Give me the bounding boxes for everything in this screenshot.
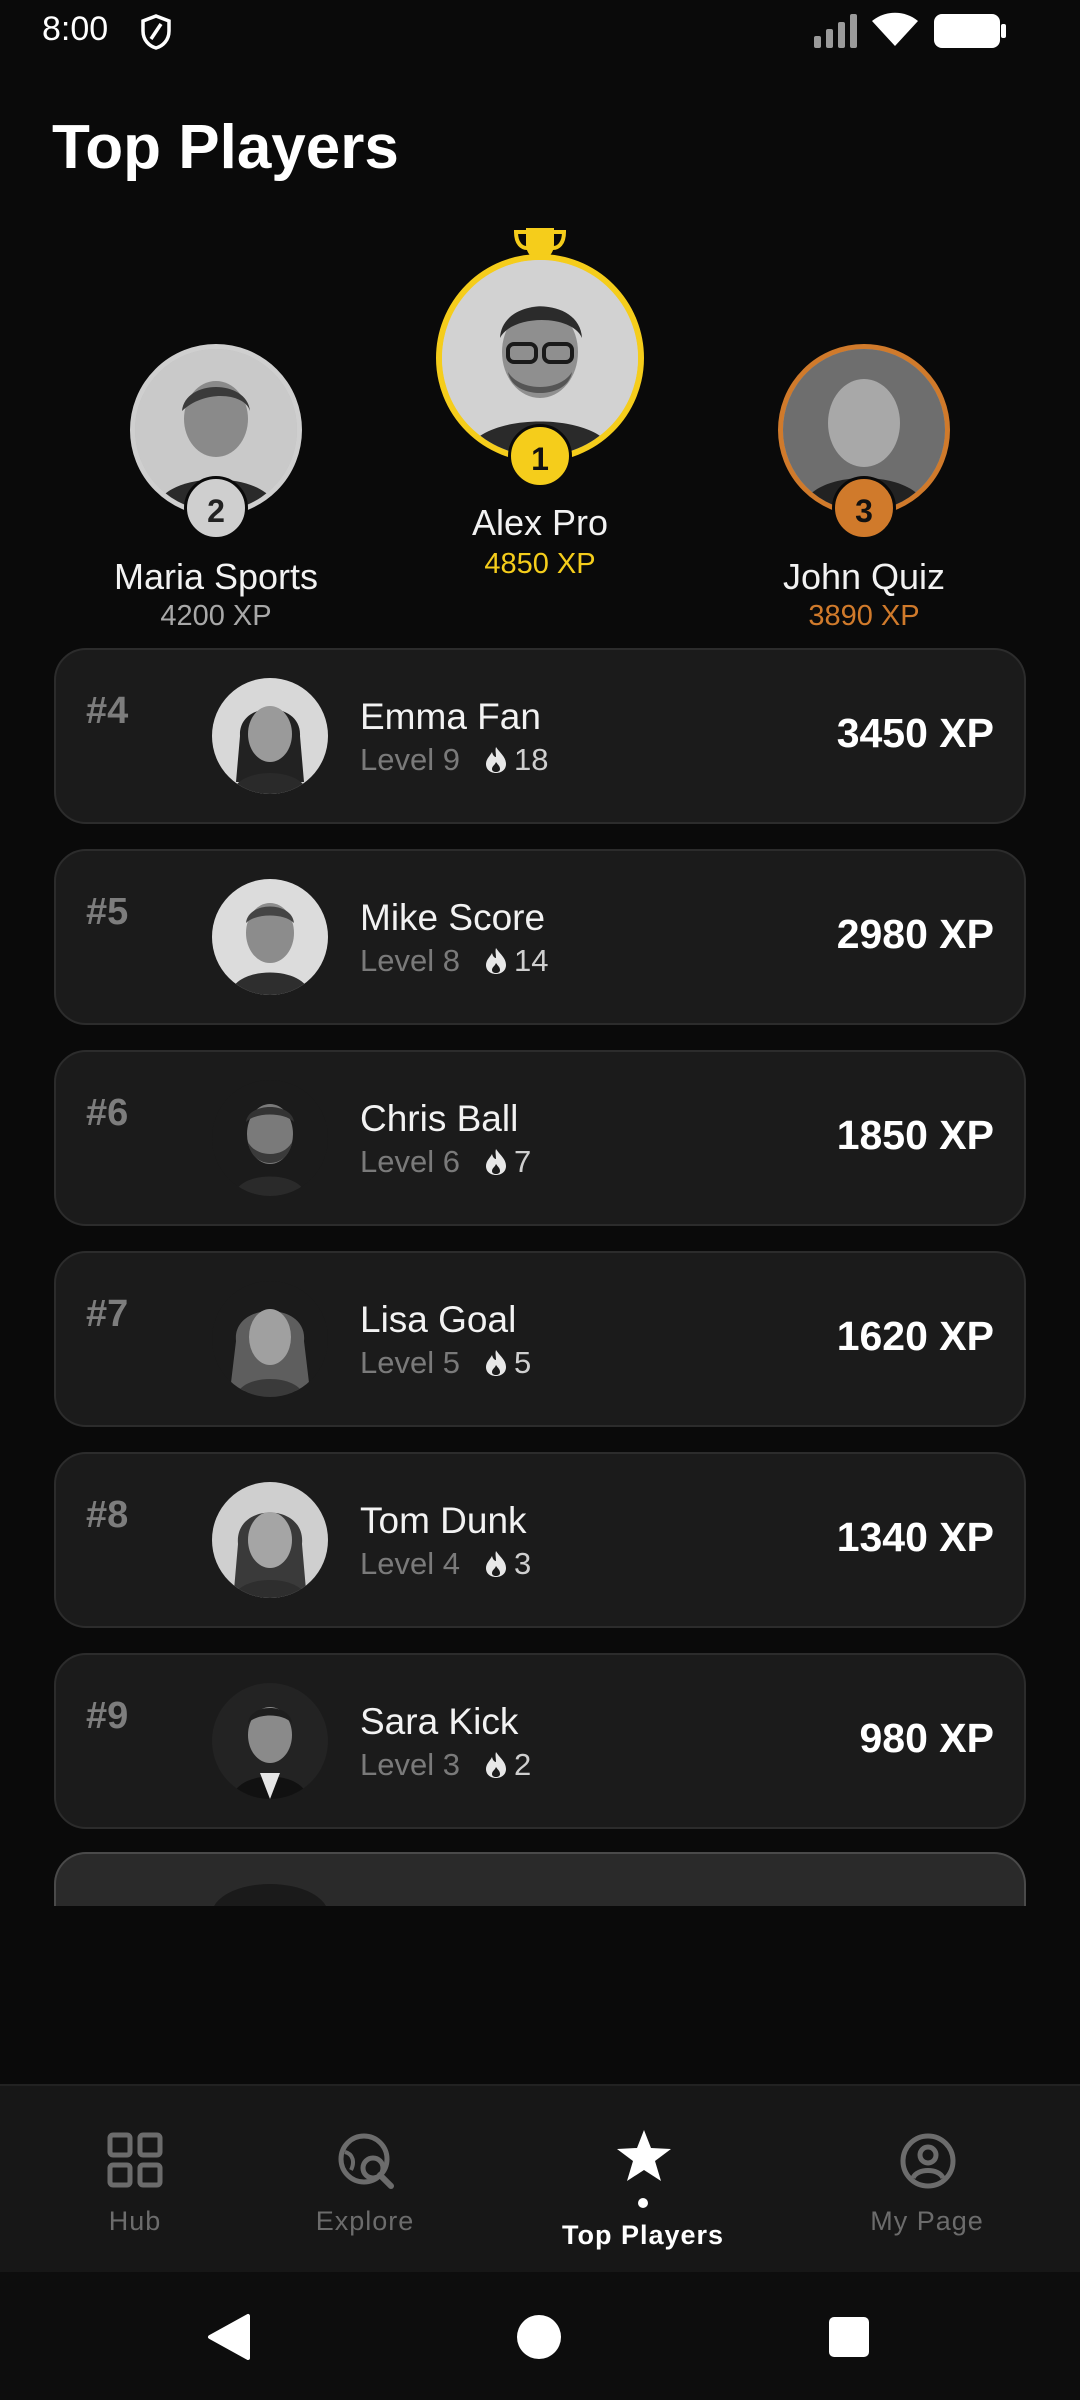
player-name: Emma Fan bbox=[360, 696, 541, 737]
nav-label: Top Players bbox=[561, 2220, 725, 2250]
rank-label: #8 bbox=[86, 1494, 129, 1536]
player-level: Level 8 bbox=[360, 943, 460, 978]
fire-icon bbox=[486, 1149, 506, 1175]
avatar bbox=[212, 1080, 328, 1196]
active-indicator bbox=[638, 2198, 648, 2208]
home-icon[interactable] bbox=[516, 2314, 562, 2365]
avatar bbox=[212, 678, 328, 794]
status-time: 8:00 bbox=[42, 10, 109, 48]
streak-count: 5 bbox=[514, 1345, 532, 1380]
page-title: Top Players bbox=[52, 113, 399, 182]
battery-icon bbox=[934, 14, 1006, 53]
globe-search-icon bbox=[337, 2132, 395, 2195]
player-level: Level 5 bbox=[360, 1345, 460, 1380]
player-name: Lisa Goal bbox=[360, 1299, 517, 1340]
list-item[interactable]: #9 Sara Kick Level 3 2 980 XP bbox=[54, 1653, 1026, 1829]
avatar bbox=[212, 1683, 328, 1799]
recents-icon[interactable] bbox=[828, 2316, 870, 2363]
player-xp: 1340 XP bbox=[836, 1514, 994, 1560]
list-item[interactable]: #5 Mike Score Level 8 14 2980 XP bbox=[54, 849, 1026, 1025]
list-item[interactable]: #4 Emma Fan Level 9 18 3450 XP bbox=[54, 648, 1026, 824]
back-icon[interactable] bbox=[204, 2312, 252, 2367]
podium-xp: 4850 XP bbox=[484, 548, 596, 580]
nav-label: Explore bbox=[315, 2206, 415, 2236]
star-icon bbox=[615, 2128, 673, 2189]
player-level: Level 3 bbox=[360, 1747, 460, 1782]
player-name: Mike Score bbox=[360, 897, 546, 938]
podium-xp: 4200 XP bbox=[160, 600, 272, 632]
avatar bbox=[212, 1281, 328, 1397]
podium-name: John Quiz bbox=[782, 556, 946, 597]
list-item[interactable]: #8 Tom Dunk Level 4 3 1340 XP bbox=[54, 1452, 1026, 1628]
nav-item-my-page[interactable]: My Page bbox=[792, 2086, 1062, 2274]
podium-name: Maria Sports bbox=[113, 556, 319, 597]
status-bar: 8:00 bbox=[0, 0, 1080, 64]
player-xp: 3450 XP bbox=[836, 710, 994, 756]
player-xp: 1620 XP bbox=[836, 1313, 994, 1359]
nav-item-explore[interactable]: Explore bbox=[230, 2086, 500, 2274]
fire-icon bbox=[486, 948, 506, 974]
podium-name: Alex Pro bbox=[471, 502, 609, 543]
partial-row-content bbox=[214, 1884, 326, 1906]
streak-count: 7 bbox=[514, 1144, 532, 1179]
wifi-icon bbox=[872, 12, 918, 53]
shield-icon bbox=[140, 14, 172, 55]
list-item-partial[interactable] bbox=[54, 1852, 1026, 1906]
rank-badge: 1 bbox=[508, 424, 572, 488]
rank-badge: 3 bbox=[832, 476, 896, 540]
fire-icon bbox=[486, 747, 506, 773]
player-level: Level 6 bbox=[360, 1144, 460, 1179]
podium-xp: 3890 XP bbox=[808, 600, 920, 632]
player-name: Tom Dunk bbox=[360, 1500, 527, 1541]
streak-count: 18 bbox=[514, 742, 549, 777]
signal-icon bbox=[814, 14, 860, 53]
rank-label: #4 bbox=[86, 690, 129, 732]
list-item[interactable]: #6 Chris Ball Level 6 7 1850 XP bbox=[54, 1050, 1026, 1226]
nav-item-top-players[interactable]: Top Players bbox=[508, 2086, 778, 2274]
player-name: Chris Ball bbox=[360, 1098, 519, 1139]
streak-count: 14 bbox=[514, 943, 549, 978]
streak-count: 2 bbox=[514, 1747, 532, 1782]
user-circle-icon bbox=[899, 2132, 957, 2195]
player-xp: 980 XP bbox=[859, 1715, 995, 1761]
rank-label: #5 bbox=[86, 891, 129, 933]
rank-label: #6 bbox=[86, 1092, 129, 1134]
nav-label: My Page bbox=[870, 2206, 984, 2236]
player-name: Sara Kick bbox=[360, 1701, 519, 1742]
player-xp: 2980 XP bbox=[836, 911, 994, 957]
player-level: Level 9 bbox=[360, 742, 460, 777]
list-item[interactable]: #7 Lisa Goal Level 5 5 1620 XP bbox=[54, 1251, 1026, 1427]
player-level: Level 4 bbox=[360, 1546, 460, 1581]
system-nav-bar bbox=[0, 2272, 1080, 2400]
avatar bbox=[212, 879, 328, 995]
player-xp: 1850 XP bbox=[836, 1112, 994, 1158]
rank-label: #9 bbox=[86, 1695, 129, 1737]
fire-icon bbox=[486, 1551, 506, 1577]
fire-icon bbox=[486, 1350, 506, 1376]
streak-count: 3 bbox=[514, 1546, 532, 1581]
fire-icon bbox=[486, 1752, 506, 1778]
bottom-nav: Hub Explore Top Players My Page bbox=[0, 2084, 1080, 2274]
rank-label: #7 bbox=[86, 1293, 129, 1335]
rank-badge: 2 bbox=[184, 476, 248, 540]
avatar bbox=[212, 1482, 328, 1598]
grid-icon bbox=[107, 2132, 163, 2193]
